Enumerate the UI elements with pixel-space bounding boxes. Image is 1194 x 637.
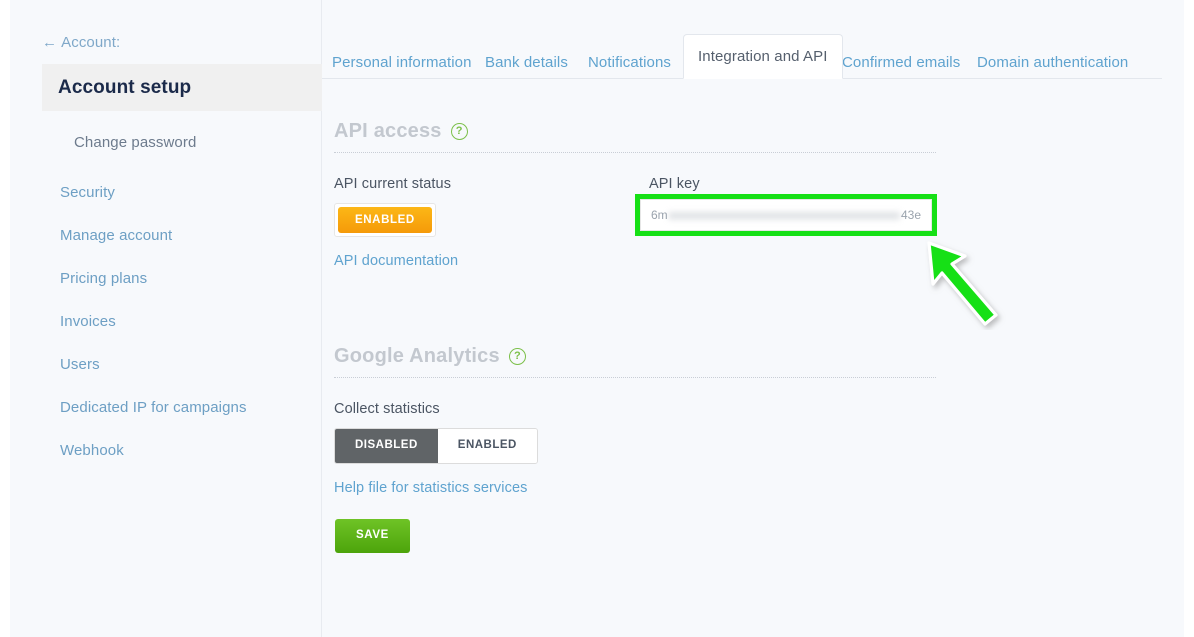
tab-confirmed-emails[interactable]: Confirmed emails — [842, 48, 960, 78]
tab-personal-information[interactable]: Personal information — [332, 48, 472, 78]
save-button[interactable]: SAVE — [335, 519, 410, 553]
api-status-label: API current status — [334, 176, 452, 192]
google-analytics-heading: Google Analytics ? — [334, 345, 526, 368]
content-area: Personal information Bank details Notifi… — [322, 0, 1184, 637]
toggle-option-enabled[interactable]: ENABLED — [437, 429, 537, 463]
api-key-masked: xxxxxxxxxxxxxxxxxxxxxxxxxxxxxxxxxxxxxxxx… — [668, 208, 900, 222]
sidebar-item-users[interactable]: Users — [60, 356, 310, 374]
help-icon[interactable]: ? — [508, 348, 526, 365]
api-documentation-link[interactable]: API documentation — [334, 253, 458, 269]
sidebar-item-pricing-plans[interactable]: Pricing plans — [60, 270, 310, 288]
help-icon[interactable]: ? — [450, 123, 468, 140]
sidebar-item-account-setup[interactable]: Account setup — [42, 64, 322, 111]
api-access-heading: API access ? — [334, 120, 468, 143]
api-access-divider — [334, 152, 936, 153]
sidebar-nav-list: Security Manage account Pricing plans In… — [60, 184, 310, 485]
google-analytics-divider — [334, 377, 936, 378]
back-link-label: Account: — [61, 34, 121, 51]
tab-domain-authentication[interactable]: Domain authentication — [977, 48, 1128, 78]
sidebar-item-security[interactable]: Security — [60, 184, 310, 202]
toggle-option-disabled[interactable]: DISABLED — [335, 429, 438, 463]
sidebar-item-invoices[interactable]: Invoices — [60, 313, 310, 331]
sidebar-item-label: Account setup — [58, 76, 192, 98]
api-key-label: API key — [649, 176, 700, 192]
api-key-input[interactable]: 6m xxxxxxxxxxxxxxxxxxxxxxxxxxxxxxxxxxxxx… — [640, 199, 932, 231]
api-access-title: API access — [334, 120, 442, 142]
api-key-highlight-box: 6m xxxxxxxxxxxxxxxxxxxxxxxxxxxxxxxxxxxxx… — [635, 194, 937, 236]
collect-statistics-toggle: DISABLED ENABLED — [334, 428, 538, 464]
sidebar-item-change-password[interactable]: Change password — [74, 134, 196, 151]
statistics-help-link[interactable]: Help file for statistics services — [334, 480, 527, 496]
back-to-account-link[interactable]: ← Account: — [42, 34, 120, 51]
api-key-prefix: 6m — [651, 208, 668, 222]
api-key-suffix: 43e — [900, 208, 921, 222]
collect-statistics-label: Collect statistics — [334, 401, 440, 417]
right-edge-strip — [1184, 0, 1194, 637]
api-status-toggle-button[interactable]: ENABLED — [338, 207, 432, 233]
tab-bar: Personal information Bank details Notifi… — [322, 34, 1162, 79]
sidebar-item-webhook[interactable]: Webhook — [60, 442, 310, 460]
page-root: ← Account: Account setup Change password … — [0, 0, 1194, 637]
tab-notifications[interactable]: Notifications — [588, 48, 671, 78]
google-analytics-title: Google Analytics — [334, 345, 500, 367]
back-arrow-icon: ← — [42, 34, 58, 51]
tab-bank-details[interactable]: Bank details — [485, 48, 568, 78]
sidebar: ← Account: Account setup Change password … — [10, 0, 322, 637]
api-status-button-wrap: ENABLED — [334, 203, 436, 237]
sidebar-item-dedicated-ip[interactable]: Dedicated IP for campaigns — [60, 399, 310, 417]
sidebar-item-manage-account[interactable]: Manage account — [60, 227, 310, 245]
tab-integration-and-api[interactable]: Integration and API — [683, 34, 843, 79]
